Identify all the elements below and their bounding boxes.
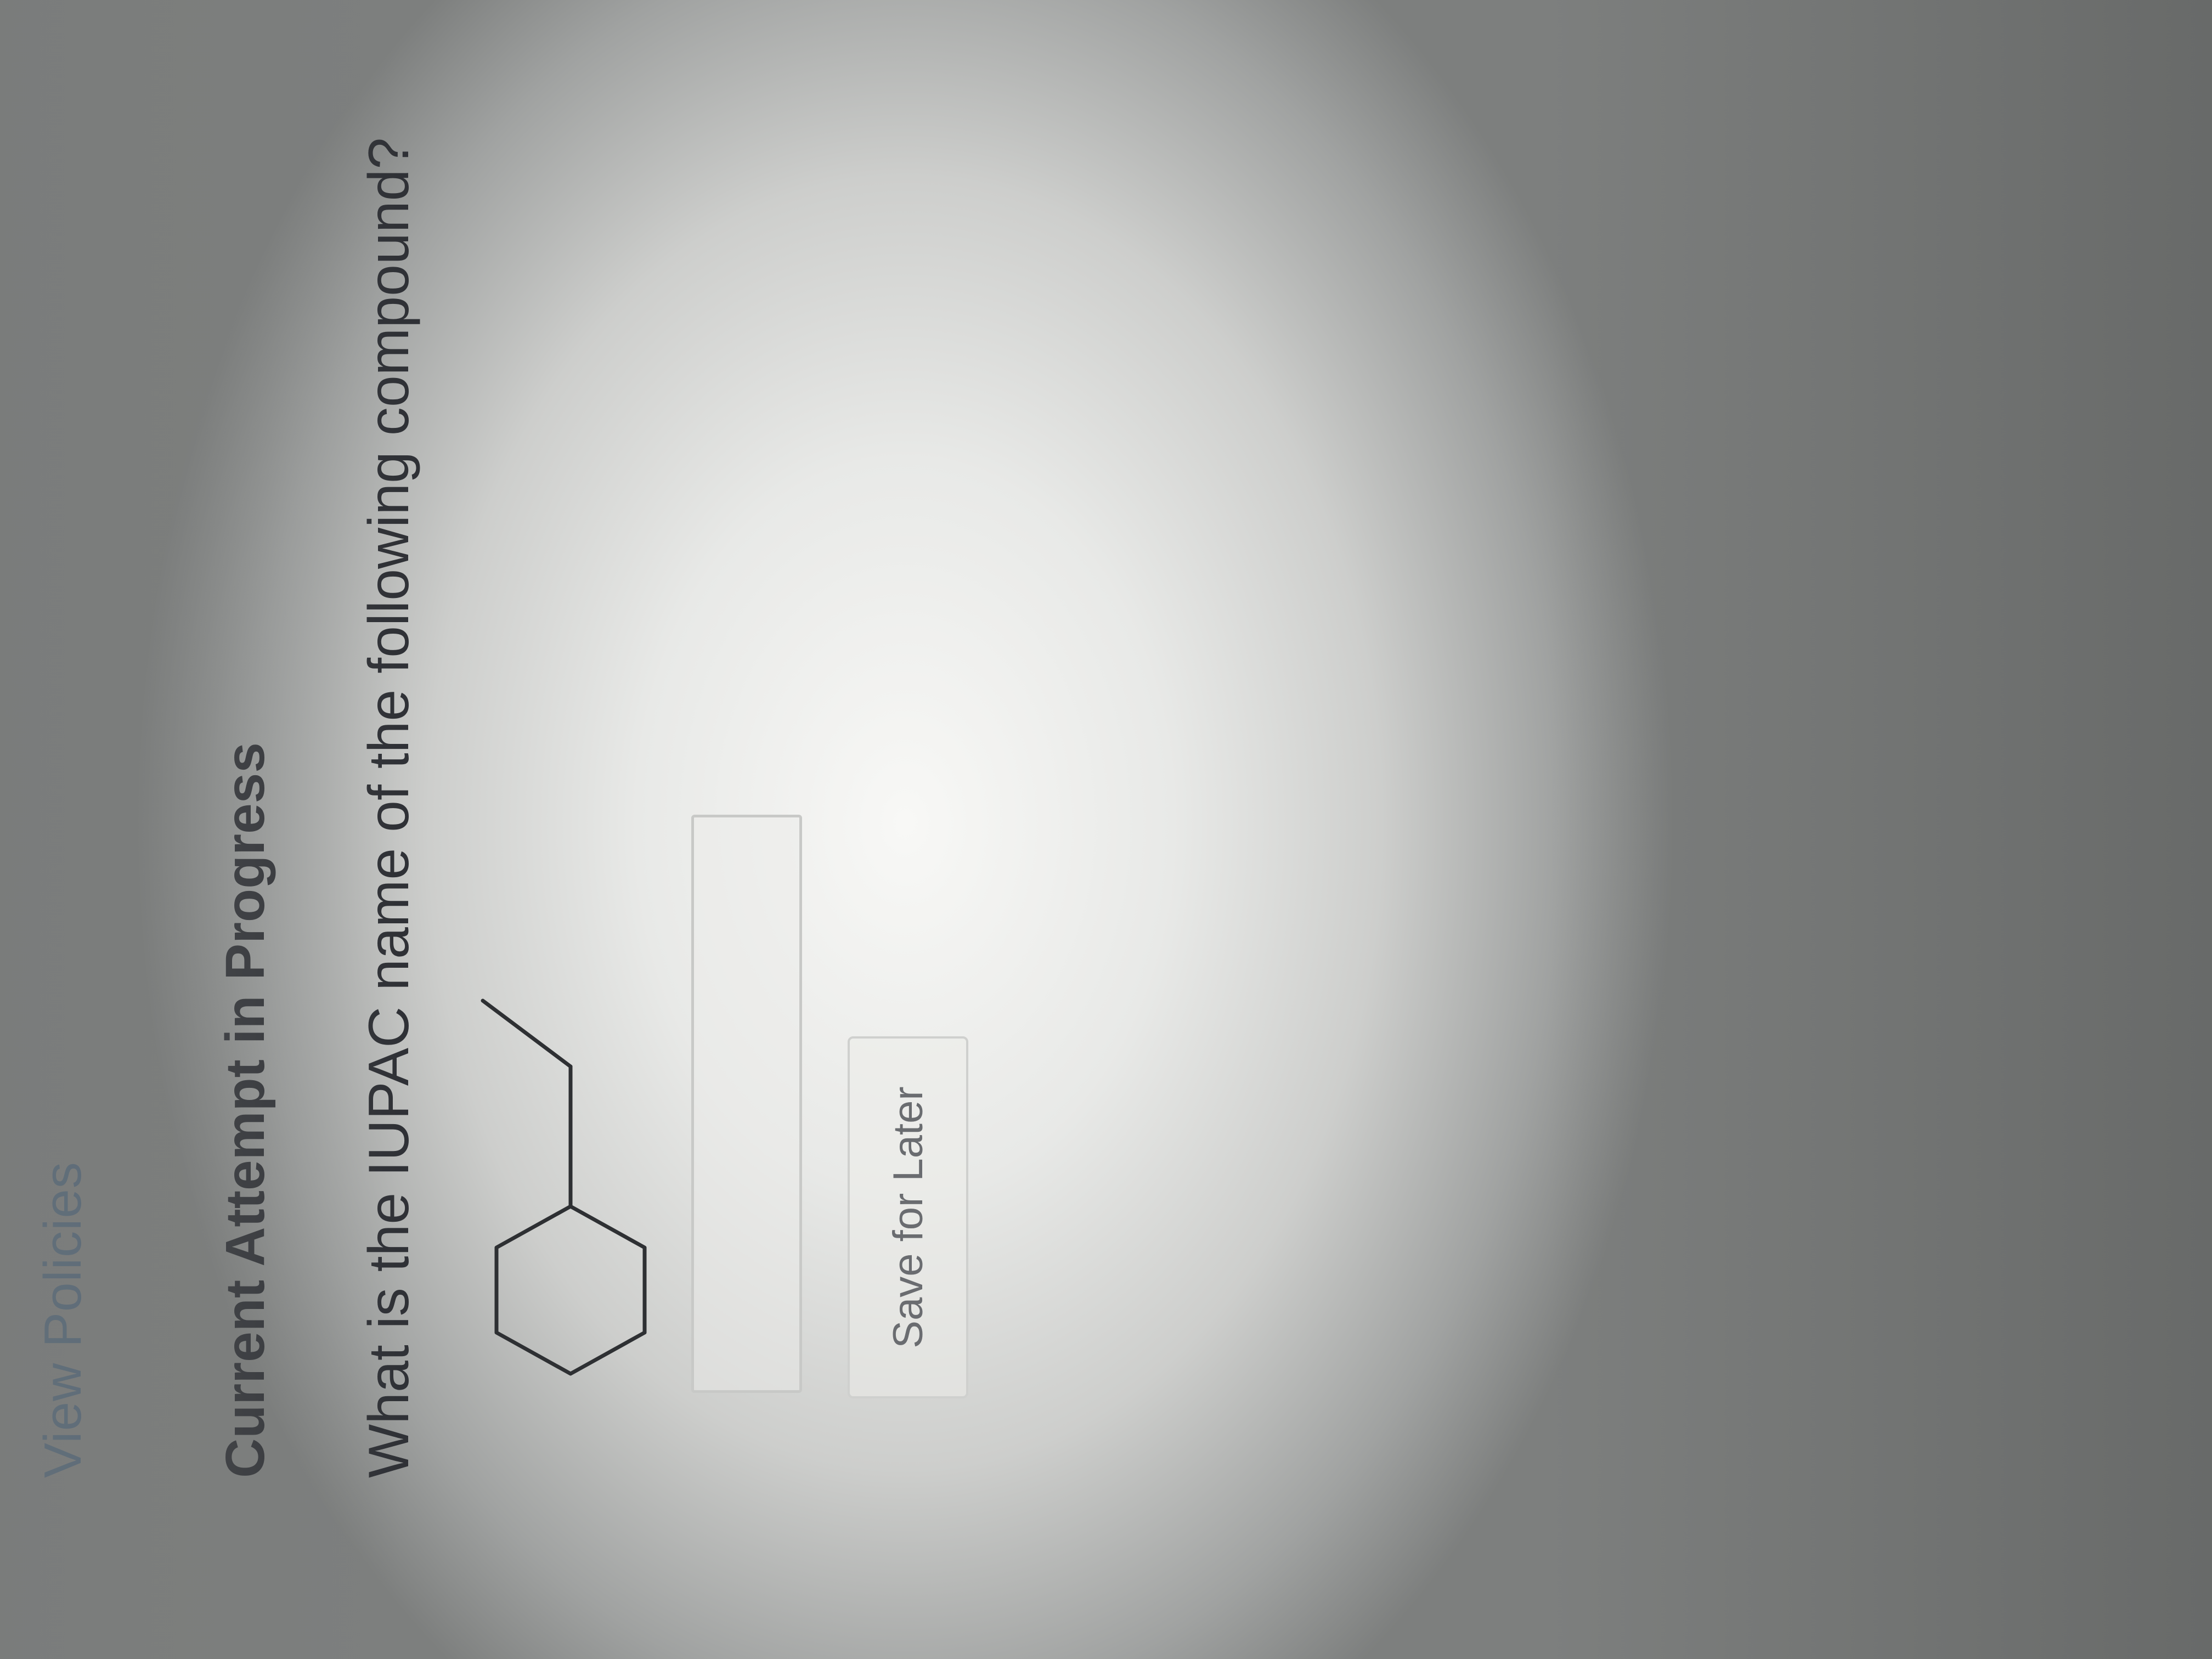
- ethylcyclohexane-structure-icon: [481, 998, 647, 1376]
- answer-input[interactable]: [691, 815, 802, 1393]
- photo-background: View Policies Current Attempt in Progres…: [0, 0, 2212, 1659]
- save-for-later-button[interactable]: Save for Later: [848, 1036, 968, 1398]
- question-prompt: What is the IUPAC name of the following …: [357, 137, 421, 1478]
- view-policies-link[interactable]: View Policies: [33, 1161, 93, 1478]
- quiz-page: View Policies Current Attempt in Progres…: [0, 0, 2212, 1659]
- attempt-status-heading: Current Attempt in Progress: [215, 742, 276, 1478]
